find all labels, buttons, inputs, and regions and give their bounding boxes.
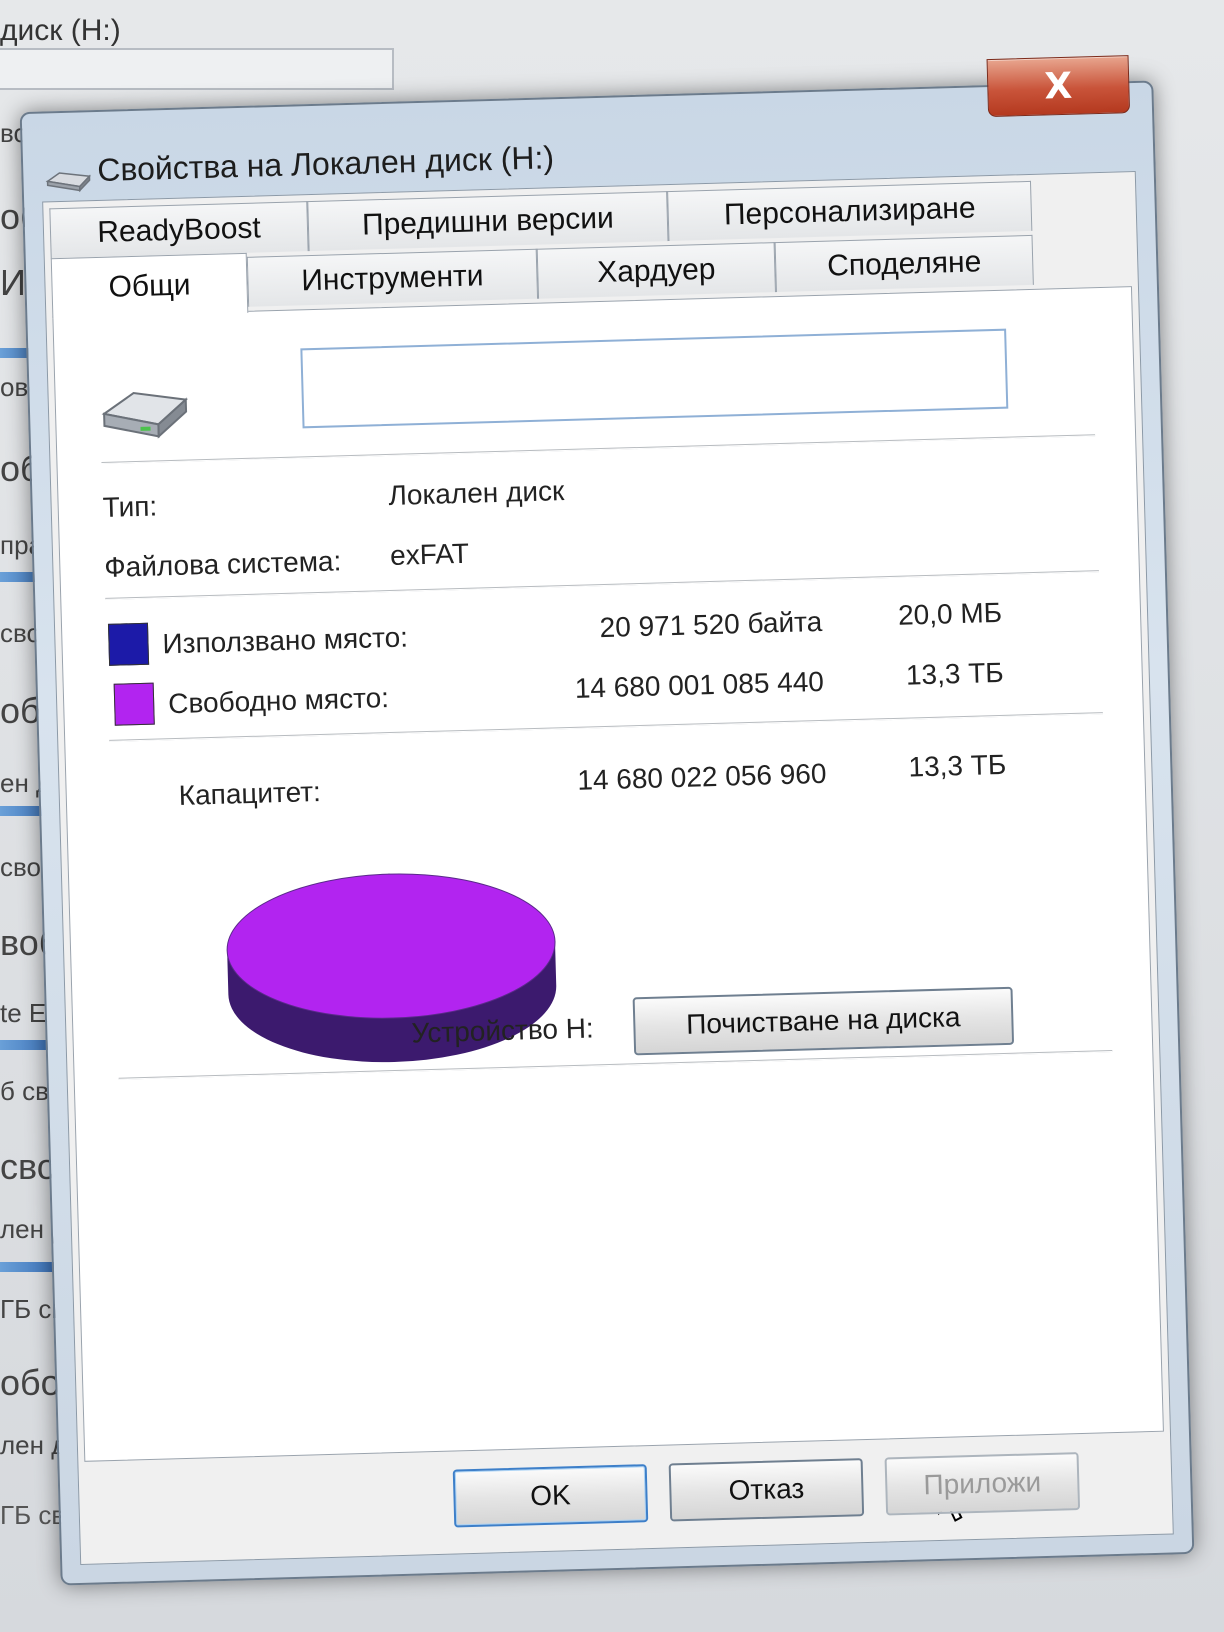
background-title: диск (H:) <box>0 14 121 47</box>
properties-dialog: Свойства на Локален диск (H:) X ReadyBoo… <box>19 55 1195 1586</box>
type-value: Локален диск <box>388 475 565 511</box>
tab-general[interactable]: Общи <box>50 252 249 319</box>
type-label: Тип: <box>102 490 158 523</box>
used-space-bytes: 20 971 520 байта <box>599 605 823 644</box>
capacity-size: 13,3 ТБ <box>908 748 1007 783</box>
dialog-title: Свойства на Локален диск (H:) <box>96 139 555 188</box>
free-space-bytes: 14 680 001 085 440 <box>574 665 825 704</box>
apply-button[interactable]: Приложи <box>884 1452 1081 1516</box>
used-space-swatch <box>107 622 150 666</box>
used-space-size: 20,0 МБ <box>897 596 1003 631</box>
ok-button[interactable]: OK <box>452 1464 649 1528</box>
tab-readyboost[interactable]: ReadyBoost <box>49 201 309 259</box>
file-system-label: Файлова система: <box>103 545 342 583</box>
tab-sharing[interactable]: Споделяне <box>774 234 1034 293</box>
volume-label-input[interactable] <box>300 328 1009 429</box>
dialog-content: ReadyBoost Предишни версии Персонализира… <box>42 170 1174 1565</box>
tab-tools[interactable]: Инструменти <box>246 248 539 307</box>
free-space-size: 13,3 ТБ <box>905 656 1005 691</box>
background-address-bar[interactable] <box>0 48 394 90</box>
tab-customize[interactable]: Персонализиране <box>667 180 1033 242</box>
tab-previous-versions[interactable]: Предишни версии <box>307 191 669 252</box>
background-usage-bar <box>0 1262 58 1272</box>
cancel-button[interactable]: Отказ <box>668 1458 865 1522</box>
file-system-value: exFAT <box>389 537 470 571</box>
free-space-swatch <box>113 682 155 726</box>
hard-drive-icon <box>101 392 189 439</box>
close-button[interactable]: X <box>986 55 1131 118</box>
capacity-label: Капацитет: <box>178 775 322 811</box>
separator <box>101 434 1096 464</box>
general-tab-panel: Тип: Локален диск Файлова система: exFAT… <box>52 286 1164 1522</box>
background-item: сво <box>0 852 41 882</box>
disk-cleanup-button[interactable]: Почистване на диска <box>632 986 1015 1056</box>
drive-icon <box>45 172 92 193</box>
drive-label: Устройство H: <box>411 1012 595 1049</box>
capacity-bytes: 14 680 022 056 960 <box>576 757 827 796</box>
tab-hardware[interactable]: Хардуер <box>536 242 776 299</box>
used-space-label: Използвано място: <box>162 621 409 660</box>
free-space-label: Свободно място: <box>167 682 390 720</box>
